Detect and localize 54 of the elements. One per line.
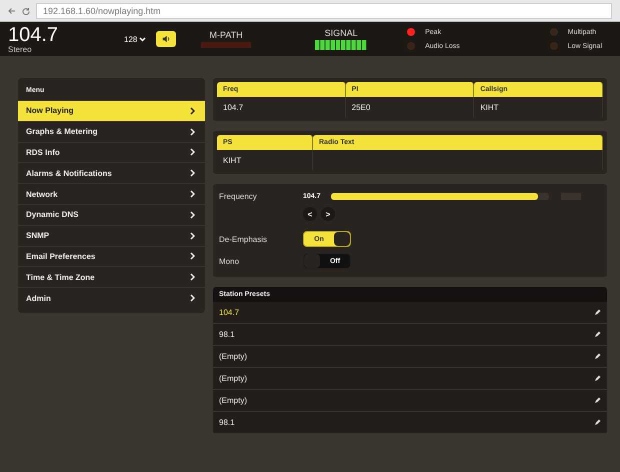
chevron-right-icon (190, 294, 195, 302)
chevron-right-icon (190, 190, 195, 198)
table-cell: KIHT (474, 97, 603, 117)
dropdown[interactable]: 128 (118, 34, 152, 44)
preset-item[interactable]: 98.1 (213, 324, 607, 346)
frequency-label: Frequency (219, 192, 258, 201)
table-cell: KIHT (217, 150, 313, 170)
stereo-label: Stereo (8, 44, 33, 54)
toggle-label: De-Emphasis (219, 234, 268, 244)
next-button[interactable]: > (321, 207, 335, 221)
preset-item[interactable]: 104.7 (213, 302, 607, 324)
menu-item[interactable]: SNMP (18, 224, 205, 246)
chevron-right-icon (190, 210, 195, 219)
signal-label: SIGNAL (324, 28, 358, 38)
pencil-icon[interactable] (594, 375, 601, 382)
pencil-icon[interactable] (594, 331, 601, 338)
signal-meter (315, 40, 368, 50)
speaker-icon (162, 34, 170, 44)
m-path-meter (201, 42, 252, 48)
menu-item[interactable]: Admin (18, 287, 205, 308)
previous-button[interactable]: < (303, 207, 317, 221)
chevron-right-icon (190, 169, 195, 178)
chevron-right-icon (190, 232, 195, 240)
pencil-icon[interactable] (594, 397, 601, 404)
reload-icon[interactable] (22, 6, 30, 14)
pencil-icon[interactable] (594, 309, 601, 316)
menu-item[interactable]: Time & Time Zone (18, 266, 205, 288)
chevron-right-icon (190, 106, 195, 115)
menu-item[interactable]: Email Preferences (18, 246, 205, 266)
m-path-label: M-PATH (210, 30, 243, 40)
preset-item[interactable]: (Empty) (213, 390, 607, 412)
toggle-label: Mono (219, 256, 240, 266)
table-cell: 104.7 (217, 97, 346, 117)
back-arrow-icon[interactable] (8, 6, 16, 14)
menu-item[interactable]: Dynamic DNS (18, 204, 205, 225)
pencil-icon[interactable] (594, 419, 601, 426)
preset-item[interactable]: 98.1 (213, 412, 607, 434)
chevron-right-icon (190, 273, 195, 282)
menu-item[interactable]: Alarms & Notifications (18, 162, 205, 184)
chevron-right-icon (190, 148, 195, 156)
address-bar[interactable]: 192.168.1.60/nowplaying.htm (36, 2, 612, 18)
chevron-right-icon (190, 252, 195, 260)
table-cell: 25E0 (346, 97, 474, 117)
preset-item[interactable]: (Empty) (213, 368, 607, 390)
speaker-button[interactable] (156, 31, 176, 47)
menu-item[interactable]: Network (18, 183, 205, 204)
menu-item[interactable]: RDS Info (18, 142, 205, 162)
frequency-display: 104.7 (8, 24, 60, 44)
caret-icon (139, 36, 146, 42)
chevron-right-icon (190, 128, 195, 136)
pencil-icon[interactable] (594, 353, 601, 360)
menu-item[interactable]: Graphs & Metering (18, 120, 205, 142)
preset-item[interactable]: (Empty) (213, 346, 607, 368)
menu-item[interactable]: Now Playing (18, 100, 205, 121)
